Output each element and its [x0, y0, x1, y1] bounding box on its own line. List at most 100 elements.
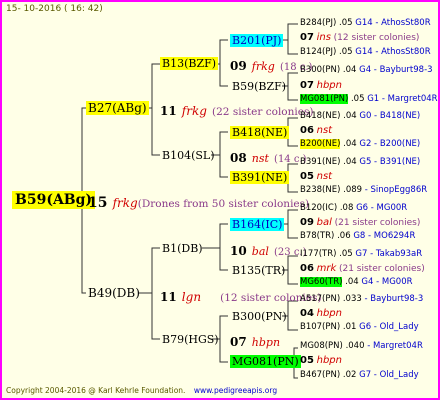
gen4-queen[interactable]: MG08(PN): [300, 341, 343, 351]
gen4-row: B120(IC) .08 G6 - MG00R: [300, 204, 407, 213]
b1-family: bal: [251, 245, 269, 258]
b104-count: 08: [230, 151, 247, 165]
gen4-row: 04 hbpn: [300, 309, 342, 319]
queen-b79[interactable]: B79(HGS): [160, 333, 221, 346]
gen4-origin: G14 - AthosSt80R: [355, 47, 431, 57]
gen4-origin: G8 - MO6294R: [353, 231, 416, 241]
root-note: (Drones from 50 sister colonies): [137, 198, 310, 210]
gen4-family: hbpn: [316, 80, 342, 91]
queen-b104[interactable]: B104(SL): [160, 149, 217, 162]
gen4-value: .01: [342, 322, 357, 332]
gen4-row: B391(NE) .04 G5 - B391(NE): [300, 158, 420, 167]
gen4-origin: G6 - Old_Lady: [359, 322, 419, 332]
gen4-queen[interactable]: B78(TR): [300, 231, 334, 241]
b13-count: 09: [230, 59, 247, 73]
gen4-family: nst: [316, 171, 333, 182]
queen-b164[interactable]: B164(IC): [230, 218, 285, 231]
gen4-queen[interactable]: B391(NE): [300, 157, 340, 167]
queen-b418[interactable]: B418(NE): [230, 126, 290, 139]
gen4-row: MG081(PN) .05 G1 - Margret04R: [300, 94, 438, 104]
queen-b391[interactable]: B391(NE): [230, 171, 290, 184]
gen4-row: 09 bal (21 sister colonies): [300, 218, 420, 228]
queen-b13[interactable]: B13(BZF): [160, 57, 219, 70]
gen4-origin: - SinopEgg86R: [364, 185, 428, 195]
gen4-queen[interactable]: I177(TR): [300, 249, 336, 259]
gen4-count: 05: [300, 355, 314, 366]
gen4-count: 05: [300, 171, 314, 182]
footer: Copyright 2004-2016 @ Karl Kehrle Founda…: [6, 387, 277, 395]
gen4-note: (12 sister colonies): [333, 33, 420, 43]
gen4-origin: - Margret04R: [367, 341, 423, 351]
gen4-queen[interactable]: MG60(TR): [300, 277, 343, 287]
gen4-row: 05 hbpn: [300, 356, 342, 366]
gen4-value: .04: [343, 139, 357, 149]
root-queen[interactable]: B59(ABg): [12, 191, 96, 209]
gen4-row: A517(PN) .033 - Bayburt98-3: [300, 295, 423, 304]
gen4-queen[interactable]: MG081(PN): [300, 94, 349, 104]
queen-b135[interactable]: B135(TR): [230, 264, 287, 277]
father-family: lgn: [181, 290, 202, 304]
gen4-family: hbpn: [316, 308, 342, 319]
gen4-family: nst: [316, 125, 333, 136]
root-count: 15: [88, 195, 108, 211]
gen4-origin: G4 - MG00R: [361, 277, 413, 287]
b13-family: frkg: [251, 60, 275, 73]
mother-family: frkg: [181, 104, 207, 118]
father-drone-info: 11 lgn (12 sister colonies): [160, 288, 322, 304]
gen4-origin: G1 - Margret04R: [367, 94, 438, 104]
gen4-row: I177(TR) .05 G7 - Takab93aR: [300, 250, 422, 259]
gen4-queen[interactable]: B418(NE): [300, 111, 340, 121]
gen4-queen[interactable]: B300(PN): [300, 65, 340, 75]
report-date: 15- 10-2016 ( 16: 42): [6, 4, 103, 14]
father-queen[interactable]: B49(DB): [86, 286, 142, 300]
gen4-row: B300(PN) .04 G4 - Bayburt98-3: [300, 66, 433, 75]
gen4-row: B418(NE) .04 G0 - B418(NE): [300, 112, 420, 121]
gen4-queen[interactable]: B120(IC): [300, 203, 337, 213]
gen4-origin: G6 - MG00R: [356, 203, 408, 213]
gen4-row: B124(PJ) .05 G14 - AthosSt80R: [300, 48, 431, 57]
b79-family: hbpn: [251, 336, 281, 349]
gen4-queen[interactable]: B107(PN): [300, 322, 340, 332]
b79-count: 07: [230, 335, 247, 349]
gen4-queen[interactable]: B200(NE): [300, 139, 341, 149]
gen4-queen[interactable]: B238(NE): [300, 185, 340, 195]
gen4-family: bal: [316, 217, 332, 228]
copyright-text: Copyright 2004-2016 @ Karl Kehrle Founda…: [6, 386, 186, 395]
father-count: 11: [160, 290, 177, 304]
gen4-note: (21 sister colonies): [338, 264, 425, 274]
gen4-family: hbpn: [316, 355, 342, 366]
gen4-row: B107(PN) .01 G6 - Old_Lady: [300, 323, 419, 332]
mother-queen[interactable]: B27(ABg): [86, 101, 149, 115]
gen4-origin: G14 - AthosSt80R: [355, 18, 431, 28]
queen-mg081[interactable]: MG081(PN): [230, 355, 301, 368]
b1-count: 10: [230, 244, 247, 258]
gen4-count: 07: [300, 32, 314, 43]
gen4-value: .04: [342, 65, 357, 75]
gen4-value: .06: [337, 231, 351, 241]
queen-b201[interactable]: B201(PJ): [230, 34, 284, 47]
gen4-row: 06 mrk (21 sister colonies): [300, 264, 425, 274]
gen4-row: B200(NE) .04 G2 - B200(NE): [300, 139, 420, 149]
gen4-count: 07: [300, 80, 314, 91]
gen4-value: .05: [350, 94, 365, 104]
gen4-queen[interactable]: B467(PN): [300, 370, 340, 380]
gen4-queen[interactable]: A517(PN): [300, 294, 340, 304]
mother-count: 11: [160, 104, 177, 118]
gen4-origin: G7 - Takab93aR: [355, 249, 423, 259]
gen4-origin: G7 - Old_Lady: [359, 370, 419, 380]
queen-b59bzf[interactable]: B59(BZF): [230, 80, 288, 93]
gen4-queen[interactable]: B284(PJ): [300, 18, 336, 28]
gen4-value: .040: [345, 341, 365, 351]
queen-b1[interactable]: B1(DB): [160, 242, 205, 255]
gen4-value: .04: [343, 111, 357, 121]
gen4-queen[interactable]: B124(PJ): [300, 47, 336, 57]
gen4-value: .089: [343, 185, 363, 195]
queen-b300[interactable]: B300(PN): [230, 310, 289, 323]
footer-link[interactable]: www.pedigreeapis.org: [194, 386, 277, 395]
gen4-count: 09: [300, 217, 314, 228]
gen4-origin: G5 - B391(NE): [359, 157, 421, 167]
b1-drone-info: 10 bal (23 c.): [230, 242, 307, 258]
gen4-row: B284(PJ) .05 G14 - AthosSt80R: [300, 19, 431, 28]
pedigree-card: 15- 10-2016 ( 16: 42) B59(ABg) 15 frkg (D…: [2, 2, 438, 398]
gen4-row: 05 nst: [300, 172, 332, 182]
